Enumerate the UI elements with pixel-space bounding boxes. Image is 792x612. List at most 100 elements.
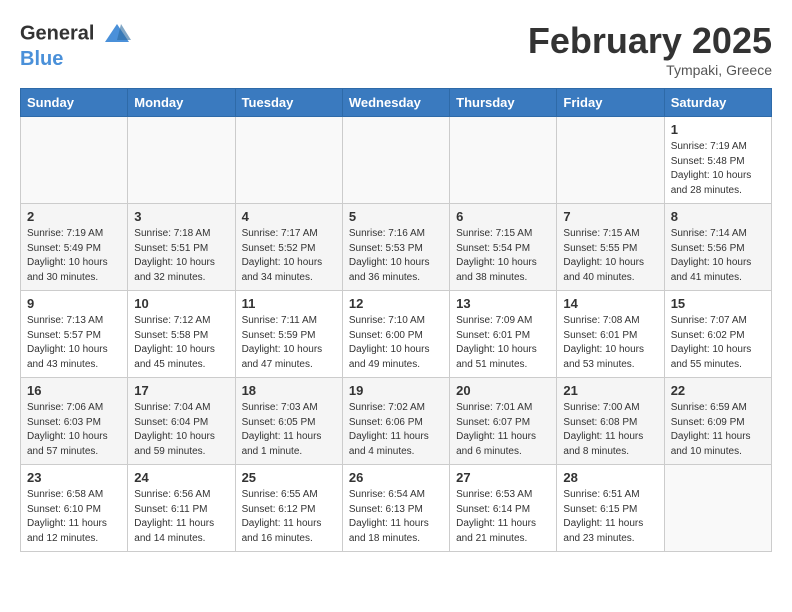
- day-info: Sunrise: 6:51 AM Sunset: 6:15 PM Dayligh…: [563, 488, 657, 546]
- calendar-day-cell: 19 Sunrise: 7:02 AM Sunset: 6:06 PM Dayli…: [342, 378, 449, 465]
- day-number: 26: [349, 470, 443, 485]
- day-number: 25: [242, 470, 336, 485]
- calendar-day-cell: [450, 117, 557, 204]
- day-number: 8: [671, 209, 765, 224]
- calendar-day-cell: 6Sunrise: 7:15 AM Sunset: 5:54 PM Daylig…: [450, 204, 557, 291]
- day-number: 21: [563, 383, 657, 398]
- calendar-day-cell: 9 Sunrise: 7:13 AM Sunset: 5:57 PM Daylig…: [21, 291, 128, 378]
- calendar-week-row: 2 Sunrise: 7:19 AM Sunset: 5:49 PM Daylig…: [21, 204, 772, 291]
- calendar-day-cell: 20 Sunrise: 7:01 AM Sunset: 6:07 PM Dayli…: [450, 378, 557, 465]
- calendar-day-cell: 27 Sunrise: 6:53 AM Sunset: 6:14 PM Dayli…: [450, 465, 557, 552]
- day-number: 7: [563, 209, 657, 224]
- day-number: 24: [134, 470, 228, 485]
- calendar-day-cell: 18 Sunrise: 7:03 AM Sunset: 6:05 PM Dayli…: [235, 378, 342, 465]
- calendar-day-cell: 5Sunrise: 7:16 AM Sunset: 5:53 PM Daylig…: [342, 204, 449, 291]
- calendar-week-row: 1Sunrise: 7:19 AM Sunset: 5:48 PM Daylig…: [21, 117, 772, 204]
- day-info: Sunrise: 7:03 AM Sunset: 6:05 PM Dayligh…: [242, 401, 336, 459]
- logo-icon: [103, 20, 131, 48]
- day-info: Sunrise: 7:00 AM Sunset: 6:08 PM Dayligh…: [563, 401, 657, 459]
- day-info: Sunrise: 7:09 AM Sunset: 6:01 PM Dayligh…: [456, 314, 550, 372]
- day-number: 27: [456, 470, 550, 485]
- weekday-header: Thursday: [450, 89, 557, 117]
- day-info: Sunrise: 6:54 AM Sunset: 6:13 PM Dayligh…: [349, 488, 443, 546]
- day-info: Sunrise: 7:13 AM Sunset: 5:57 PM Dayligh…: [27, 314, 121, 372]
- day-number: 28: [563, 470, 657, 485]
- day-number: 23: [27, 470, 121, 485]
- day-info: Sunrise: 7:16 AM Sunset: 5:53 PM Dayligh…: [349, 227, 443, 285]
- calendar-week-row: 9 Sunrise: 7:13 AM Sunset: 5:57 PM Daylig…: [21, 291, 772, 378]
- weekday-header: Sunday: [21, 89, 128, 117]
- day-number: 13: [456, 296, 550, 311]
- weekday-header: Saturday: [664, 89, 771, 117]
- day-info: Sunrise: 7:10 AM Sunset: 6:00 PM Dayligh…: [349, 314, 443, 372]
- calendar-day-cell: 1Sunrise: 7:19 AM Sunset: 5:48 PM Daylig…: [664, 117, 771, 204]
- calendar-day-cell: 25 Sunrise: 6:55 AM Sunset: 6:12 PM Dayli…: [235, 465, 342, 552]
- day-number: 9: [27, 296, 121, 311]
- calendar-day-cell: 22 Sunrise: 6:59 AM Sunset: 6:09 PM Dayli…: [664, 378, 771, 465]
- calendar-day-cell: 14 Sunrise: 7:08 AM Sunset: 6:01 PM Dayli…: [557, 291, 664, 378]
- calendar-day-cell: 21 Sunrise: 7:00 AM Sunset: 6:08 PM Dayli…: [557, 378, 664, 465]
- day-number: 6: [456, 209, 550, 224]
- day-number: 16: [27, 383, 121, 398]
- day-info: Sunrise: 7:19 AM Sunset: 5:49 PM Dayligh…: [27, 227, 121, 285]
- weekday-header: Wednesday: [342, 89, 449, 117]
- day-info: Sunrise: 7:14 AM Sunset: 5:56 PM Dayligh…: [671, 227, 765, 285]
- day-number: 3: [134, 209, 228, 224]
- calendar-day-cell: [557, 117, 664, 204]
- day-info: Sunrise: 7:12 AM Sunset: 5:58 PM Dayligh…: [134, 314, 228, 372]
- logo-general: General: [20, 20, 131, 48]
- day-info: Sunrise: 6:53 AM Sunset: 6:14 PM Dayligh…: [456, 488, 550, 546]
- day-number: 15: [671, 296, 765, 311]
- calendar-day-cell: 3 Sunrise: 7:18 AM Sunset: 5:51 PM Daylig…: [128, 204, 235, 291]
- day-info: Sunrise: 7:01 AM Sunset: 6:07 PM Dayligh…: [456, 401, 550, 459]
- day-info: Sunrise: 7:08 AM Sunset: 6:01 PM Dayligh…: [563, 314, 657, 372]
- calendar-header-row: SundayMondayTuesdayWednesdayThursdayFrid…: [21, 89, 772, 117]
- day-info: Sunrise: 7:04 AM Sunset: 6:04 PM Dayligh…: [134, 401, 228, 459]
- calendar-day-cell: [128, 117, 235, 204]
- calendar-day-cell: 2 Sunrise: 7:19 AM Sunset: 5:49 PM Daylig…: [21, 204, 128, 291]
- day-info: Sunrise: 7:19 AM Sunset: 5:48 PM Dayligh…: [671, 140, 765, 198]
- day-info: Sunrise: 6:59 AM Sunset: 6:09 PM Dayligh…: [671, 401, 765, 459]
- calendar-day-cell: 16 Sunrise: 7:06 AM Sunset: 6:03 PM Dayli…: [21, 378, 128, 465]
- calendar-day-cell: 12 Sunrise: 7:10 AM Sunset: 6:00 PM Dayli…: [342, 291, 449, 378]
- day-info: Sunrise: 6:58 AM Sunset: 6:10 PM Dayligh…: [27, 488, 121, 546]
- day-info: Sunrise: 7:11 AM Sunset: 5:59 PM Dayligh…: [242, 314, 336, 372]
- day-number: 19: [349, 383, 443, 398]
- page-header: General Blue February 2025 Tympaki, Gree…: [20, 20, 772, 78]
- day-number: 14: [563, 296, 657, 311]
- weekday-header: Tuesday: [235, 89, 342, 117]
- calendar-day-cell: 7 Sunrise: 7:15 AM Sunset: 5:55 PM Daylig…: [557, 204, 664, 291]
- day-number: 22: [671, 383, 765, 398]
- calendar-day-cell: [235, 117, 342, 204]
- day-info: Sunrise: 6:55 AM Sunset: 6:12 PM Dayligh…: [242, 488, 336, 546]
- calendar-day-cell: 17 Sunrise: 7:04 AM Sunset: 6:04 PM Dayli…: [128, 378, 235, 465]
- day-number: 20: [456, 383, 550, 398]
- day-info: Sunrise: 7:02 AM Sunset: 6:06 PM Dayligh…: [349, 401, 443, 459]
- calendar-day-cell: 28 Sunrise: 6:51 AM Sunset: 6:15 PM Dayli…: [557, 465, 664, 552]
- day-number: 17: [134, 383, 228, 398]
- calendar-day-cell: 23 Sunrise: 6:58 AM Sunset: 6:10 PM Dayli…: [21, 465, 128, 552]
- calendar-day-cell: [664, 465, 771, 552]
- day-number: 4: [242, 209, 336, 224]
- day-info: Sunrise: 7:17 AM Sunset: 5:52 PM Dayligh…: [242, 227, 336, 285]
- day-number: 12: [349, 296, 443, 311]
- calendar-day-cell: 24 Sunrise: 6:56 AM Sunset: 6:11 PM Dayli…: [128, 465, 235, 552]
- calendar-table: SundayMondayTuesdayWednesdayThursdayFrid…: [20, 88, 772, 552]
- logo: General Blue: [20, 20, 131, 70]
- day-number: 2: [27, 209, 121, 224]
- day-info: Sunrise: 7:18 AM Sunset: 5:51 PM Dayligh…: [134, 227, 228, 285]
- calendar-day-cell: 10 Sunrise: 7:12 AM Sunset: 5:58 PM Dayli…: [128, 291, 235, 378]
- calendar-day-cell: [342, 117, 449, 204]
- day-info: Sunrise: 7:07 AM Sunset: 6:02 PM Dayligh…: [671, 314, 765, 372]
- calendar-day-cell: 8 Sunrise: 7:14 AM Sunset: 5:56 PM Daylig…: [664, 204, 771, 291]
- logo-blue: Blue: [20, 48, 131, 70]
- day-info: Sunrise: 7:15 AM Sunset: 5:55 PM Dayligh…: [563, 227, 657, 285]
- weekday-header: Monday: [128, 89, 235, 117]
- calendar-week-row: 23 Sunrise: 6:58 AM Sunset: 6:10 PM Dayli…: [21, 465, 772, 552]
- day-number: 10: [134, 296, 228, 311]
- day-number: 18: [242, 383, 336, 398]
- day-info: Sunrise: 6:56 AM Sunset: 6:11 PM Dayligh…: [134, 488, 228, 546]
- day-info: Sunrise: 7:06 AM Sunset: 6:03 PM Dayligh…: [27, 401, 121, 459]
- calendar-day-cell: 13 Sunrise: 7:09 AM Sunset: 6:01 PM Dayli…: [450, 291, 557, 378]
- calendar-day-cell: 4 Sunrise: 7:17 AM Sunset: 5:52 PM Daylig…: [235, 204, 342, 291]
